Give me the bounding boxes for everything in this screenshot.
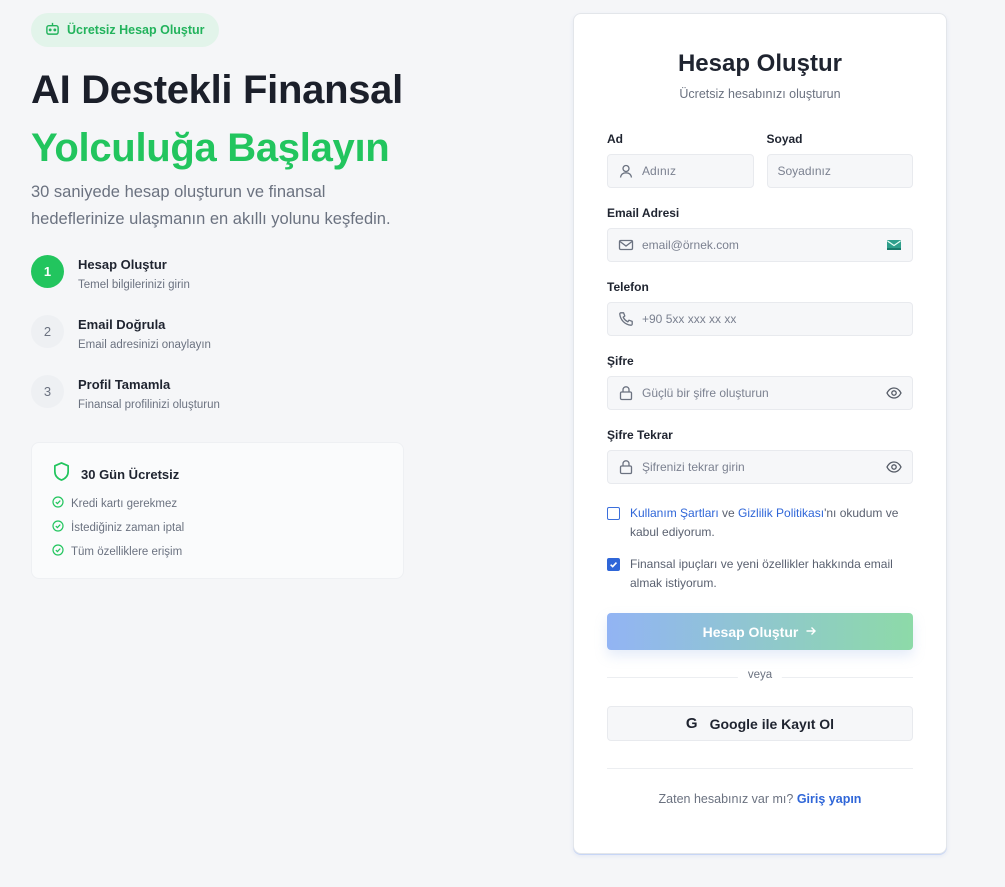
newsletter-text: Finansal ipuçları ve yeni özellikler hak… [630,557,893,590]
google-icon: G [685,715,698,732]
phone-placeholder: +90 5xx xxx xx xx [642,312,737,326]
check-circle-icon [52,544,64,559]
password-confirm-label: Şifre Tekrar [607,428,673,442]
check-circle-icon [52,520,64,535]
password-confirm-placeholder: Şifrenizi tekrar girin [642,460,745,474]
terms-checkbox[interactable] [607,507,620,520]
terms-consent: Kullanım Şartları ve Gizlilik Politikası… [607,504,913,542]
last-name-field[interactable]: Soyadınız [766,154,913,188]
check-circle-icon [52,496,64,511]
hero-title-highlight: Yolculuğa Başlayın [31,126,390,170]
email-group: Email Adresi email@örnek.com [607,206,913,262]
trial-feature: İstediğiniz zaman iptal [52,520,403,535]
step-title: Email Doğrula [78,317,166,332]
phone-group: Telefon +90 5xx xxx xx xx [607,280,913,336]
step-description: Finansal profilinizi oluşturun [78,399,220,411]
login-prompt: Zaten hesabınız var mı? Giriş yapın [607,792,913,806]
form-title: Hesap Oluştur [677,50,843,77]
or-label: veya [737,669,783,681]
shield-icon [52,461,71,487]
signup-steps: 1 Hesap Oluştur Temel bilgilerinizi giri… [31,255,411,435]
newsletter-checkbox[interactable] [607,558,620,571]
email-placeholder: email@örnek.com [642,238,739,252]
trial-feature-label: İstediğiniz zaman iptal [71,521,185,534]
step-number: 2 [31,315,64,348]
email-label: Email Adresi [607,206,680,220]
lock-icon [618,459,634,475]
password-placeholder: Güçlü bir şifre oluşturun [642,386,769,400]
form-subtitle: Ücretsiz hesabınızı oluşturun [679,87,841,101]
trial-feature: Kredi kartı gerekmez [52,496,403,511]
google-signup-label: Google ile Kayıt Ol [709,715,835,732]
trial-title: 30 Gün Ücretsiz [81,466,180,482]
eye-icon[interactable] [886,460,902,474]
email-field[interactable]: email@örnek.com [607,228,913,262]
privacy-link[interactable]: Gizlilik Politikası [738,506,824,520]
phone-field[interactable]: +90 5xx xxx xx xx [607,302,913,336]
step-item: 1 Hesap Oluştur Temel bilgilerinizi giri… [31,255,411,315]
last-name-placeholder: Soyadınız [777,164,831,178]
footer-separator [607,768,913,769]
phone-label: Telefon [607,280,649,294]
last-name-group: Soyad Soyadınız [766,132,913,188]
login-prompt-text: Zaten hesabınız var mı? [658,792,794,806]
password-group: Şifre Güçlü bir şifre oluşturun [607,354,913,410]
step-description: Temel bilgilerinizi girin [78,279,190,291]
hero-description: 30 saniyede hesap oluşturun ve finansal … [31,183,391,228]
trial-feature-label: Tüm özelliklere erişim [71,545,183,558]
login-link[interactable]: Giriş yapın [797,792,862,806]
first-name-label: Ad [607,132,623,146]
trial-feature: Tüm özelliklere erişim [52,544,403,559]
hero-title: AI Destekli Finansal [31,68,403,112]
first-name-field[interactable]: Adınız [607,154,754,188]
signup-card: Hesap Oluştur Ücretsiz hesabınızı oluştu… [573,13,947,854]
intro-panel: Ücretsiz Hesap Oluştur AI Destekli Finan… [31,13,411,579]
phone-icon [618,311,634,327]
trial-feature-label: Kredi kartı gerekmez [71,497,178,510]
password-confirm-field[interactable]: Şifrenizi tekrar girin [607,450,913,484]
password-label: Şifre [607,354,634,368]
free-trial-box: 30 Gün Ücretsiz Kredi kartı gerekmez İst… [31,442,404,579]
free-account-badge: Ücretsiz Hesap Oluştur [31,13,219,47]
step-item: 3 Profil Tamamla Finansal profilinizi ol… [31,375,411,435]
step-title: Profil Tamamla [78,377,171,392]
last-name-label: Soyad [766,132,803,146]
lock-icon [618,385,634,401]
first-name-placeholder: Adınız [642,164,677,178]
terms-text: Kullanım Şartları ve Gizlilik Politikası… [630,504,913,542]
create-account-label: Hesap Oluştur [702,623,799,640]
step-item: 2 Email Doğrula Email adresinizi onaylay… [31,315,411,375]
eye-icon[interactable] [886,386,902,400]
badge-label: Ücretsiz Hesap Oluştur [67,23,205,37]
robot-icon [45,21,60,39]
first-name-group: Ad Adınız [607,132,754,188]
google-signup-button[interactable]: G Google ile Kayıt Ol [607,706,913,741]
password-confirm-group: Şifre Tekrar Şifrenizi tekrar girin [607,428,913,484]
terms-link[interactable]: Kullanım Şartları [630,506,719,520]
password-field[interactable]: Güçlü bir şifre oluşturun [607,376,913,410]
user-icon [618,163,634,179]
create-account-button[interactable]: Hesap Oluştur [607,613,913,650]
step-number: 3 [31,375,64,408]
step-description: Email adresinizi onaylayın [78,339,211,351]
arrow-right-icon [805,624,817,640]
terms-and: ve [718,506,739,520]
mail-check-icon [886,238,902,252]
step-number: 1 [31,255,64,288]
newsletter-consent: Finansal ipuçları ve yeni özellikler hak… [607,555,913,593]
step-title: Hesap Oluştur [78,257,167,272]
or-divider: veya [607,669,913,681]
mail-icon [618,237,634,253]
